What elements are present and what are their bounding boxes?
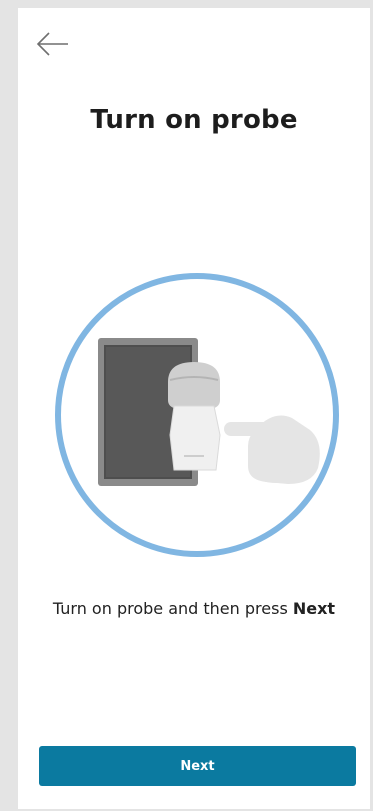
page-title: Turn on probe xyxy=(90,105,298,135)
instruction-emphasis: Next xyxy=(292,599,336,618)
instruction-text: Turn on probe and then press Next xyxy=(18,599,370,618)
next-button[interactable]: Next xyxy=(39,746,356,786)
back-button[interactable] xyxy=(32,26,72,62)
probe-icon xyxy=(168,362,221,471)
screen: Turn on probe Turn on probe and then pre… xyxy=(18,8,370,809)
instruction-body: Turn on probe and then press xyxy=(52,599,293,618)
arrow-left-icon xyxy=(36,32,68,56)
probe-power-illustration xyxy=(52,270,342,560)
